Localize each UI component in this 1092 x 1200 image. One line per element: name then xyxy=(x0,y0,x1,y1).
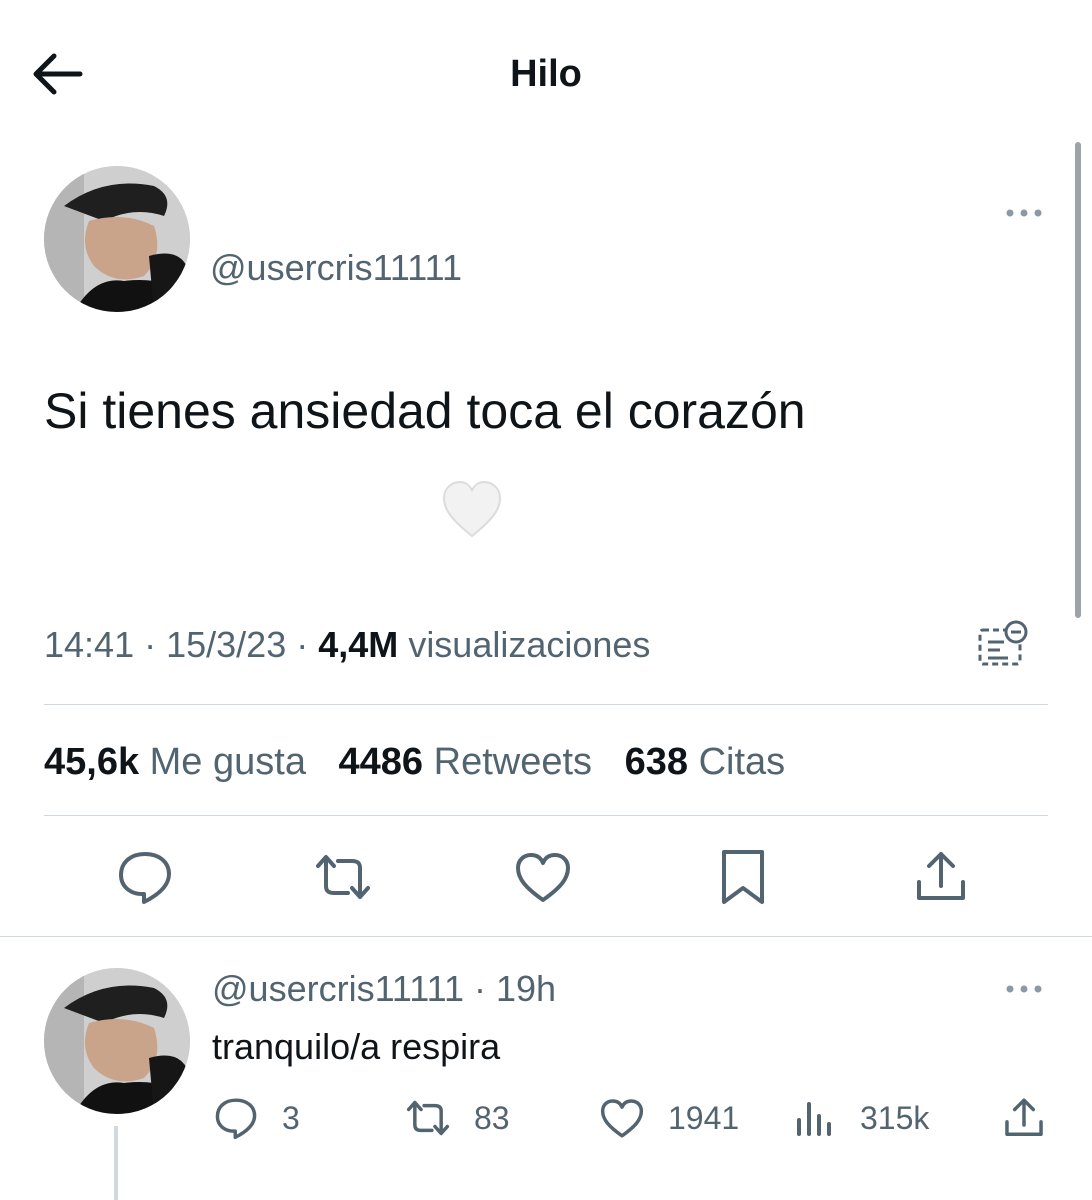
retweets-stat[interactable]: 4486 Retweets xyxy=(339,741,593,783)
reply-avatar[interactable] xyxy=(44,968,190,1114)
divider xyxy=(44,704,1048,705)
retweet-icon xyxy=(406,1100,450,1136)
retweet-button[interactable] xyxy=(312,846,374,908)
white-heart-icon xyxy=(440,478,504,542)
views-icon xyxy=(797,1102,831,1136)
divider xyxy=(0,936,1092,937)
share-icon xyxy=(917,852,965,900)
divider xyxy=(44,815,1048,816)
reply-views-button[interactable] xyxy=(792,1094,840,1142)
tweet-date: 15/3/23 xyxy=(166,624,287,665)
retweet-count: 83 xyxy=(474,1100,510,1136)
retweet-icon xyxy=(316,855,370,899)
views-count: 315k xyxy=(860,1100,930,1136)
avatar-photo xyxy=(44,968,190,1114)
tweet-meta: 14:41 · 15/3/23 · 4,4M visualizaciones xyxy=(44,624,651,665)
reply-reply-button[interactable] xyxy=(212,1094,260,1142)
reply-time: 19h xyxy=(495,968,557,1009)
views-count: 4,4M xyxy=(318,624,399,665)
share-icon xyxy=(1005,1098,1043,1136)
like-count: 1941 xyxy=(668,1100,740,1136)
reply-header: @usercris11111 · 19h xyxy=(212,968,557,1009)
page-title: Hilo xyxy=(510,53,582,95)
reply-more-options-button[interactable] xyxy=(1000,976,1048,1002)
more-options-button[interactable] xyxy=(1000,200,1048,226)
tweet-handle[interactable]: @usercris11111 xyxy=(210,246,462,290)
avatar-photo xyxy=(44,166,190,312)
tweet-text: Si tienes ansiedad toca el corazón xyxy=(44,383,806,439)
reply-icon xyxy=(215,1098,257,1140)
like-icon xyxy=(600,1099,644,1138)
share-button[interactable] xyxy=(910,846,972,908)
more-horizontal-icon xyxy=(1006,209,1042,217)
reply-icon xyxy=(119,852,171,904)
reply-like-button[interactable] xyxy=(598,1094,646,1142)
bookmark-icon xyxy=(722,850,764,904)
reply-count: 3 xyxy=(282,1100,300,1136)
reply-text: tranquilo/a respira xyxy=(212,1026,501,1067)
thread-line xyxy=(114,1126,118,1200)
tweet-stats: 45,6k Me gusta 4486 Retweets 638 Citas xyxy=(44,738,785,786)
reply-handle[interactable]: @usercris11111 xyxy=(212,968,464,1009)
scrollbar[interactable] xyxy=(1075,142,1081,618)
reply-retweet-button[interactable] xyxy=(404,1094,452,1142)
likes-stat[interactable]: 45,6k Me gusta xyxy=(44,741,306,783)
views-label: visualizaciones xyxy=(408,624,651,665)
bookmark-button[interactable] xyxy=(712,846,774,908)
reply-share-button[interactable] xyxy=(1000,1094,1048,1142)
tweet-time: 14:41 xyxy=(44,624,135,665)
avatar[interactable] xyxy=(44,166,190,312)
like-button[interactable] xyxy=(512,846,574,908)
more-horizontal-icon xyxy=(1006,985,1042,993)
reply-button[interactable] xyxy=(114,846,176,908)
quotes-stat[interactable]: 638 Citas xyxy=(625,741,786,783)
like-icon xyxy=(516,853,570,902)
analytics-icon[interactable] xyxy=(974,618,1032,672)
